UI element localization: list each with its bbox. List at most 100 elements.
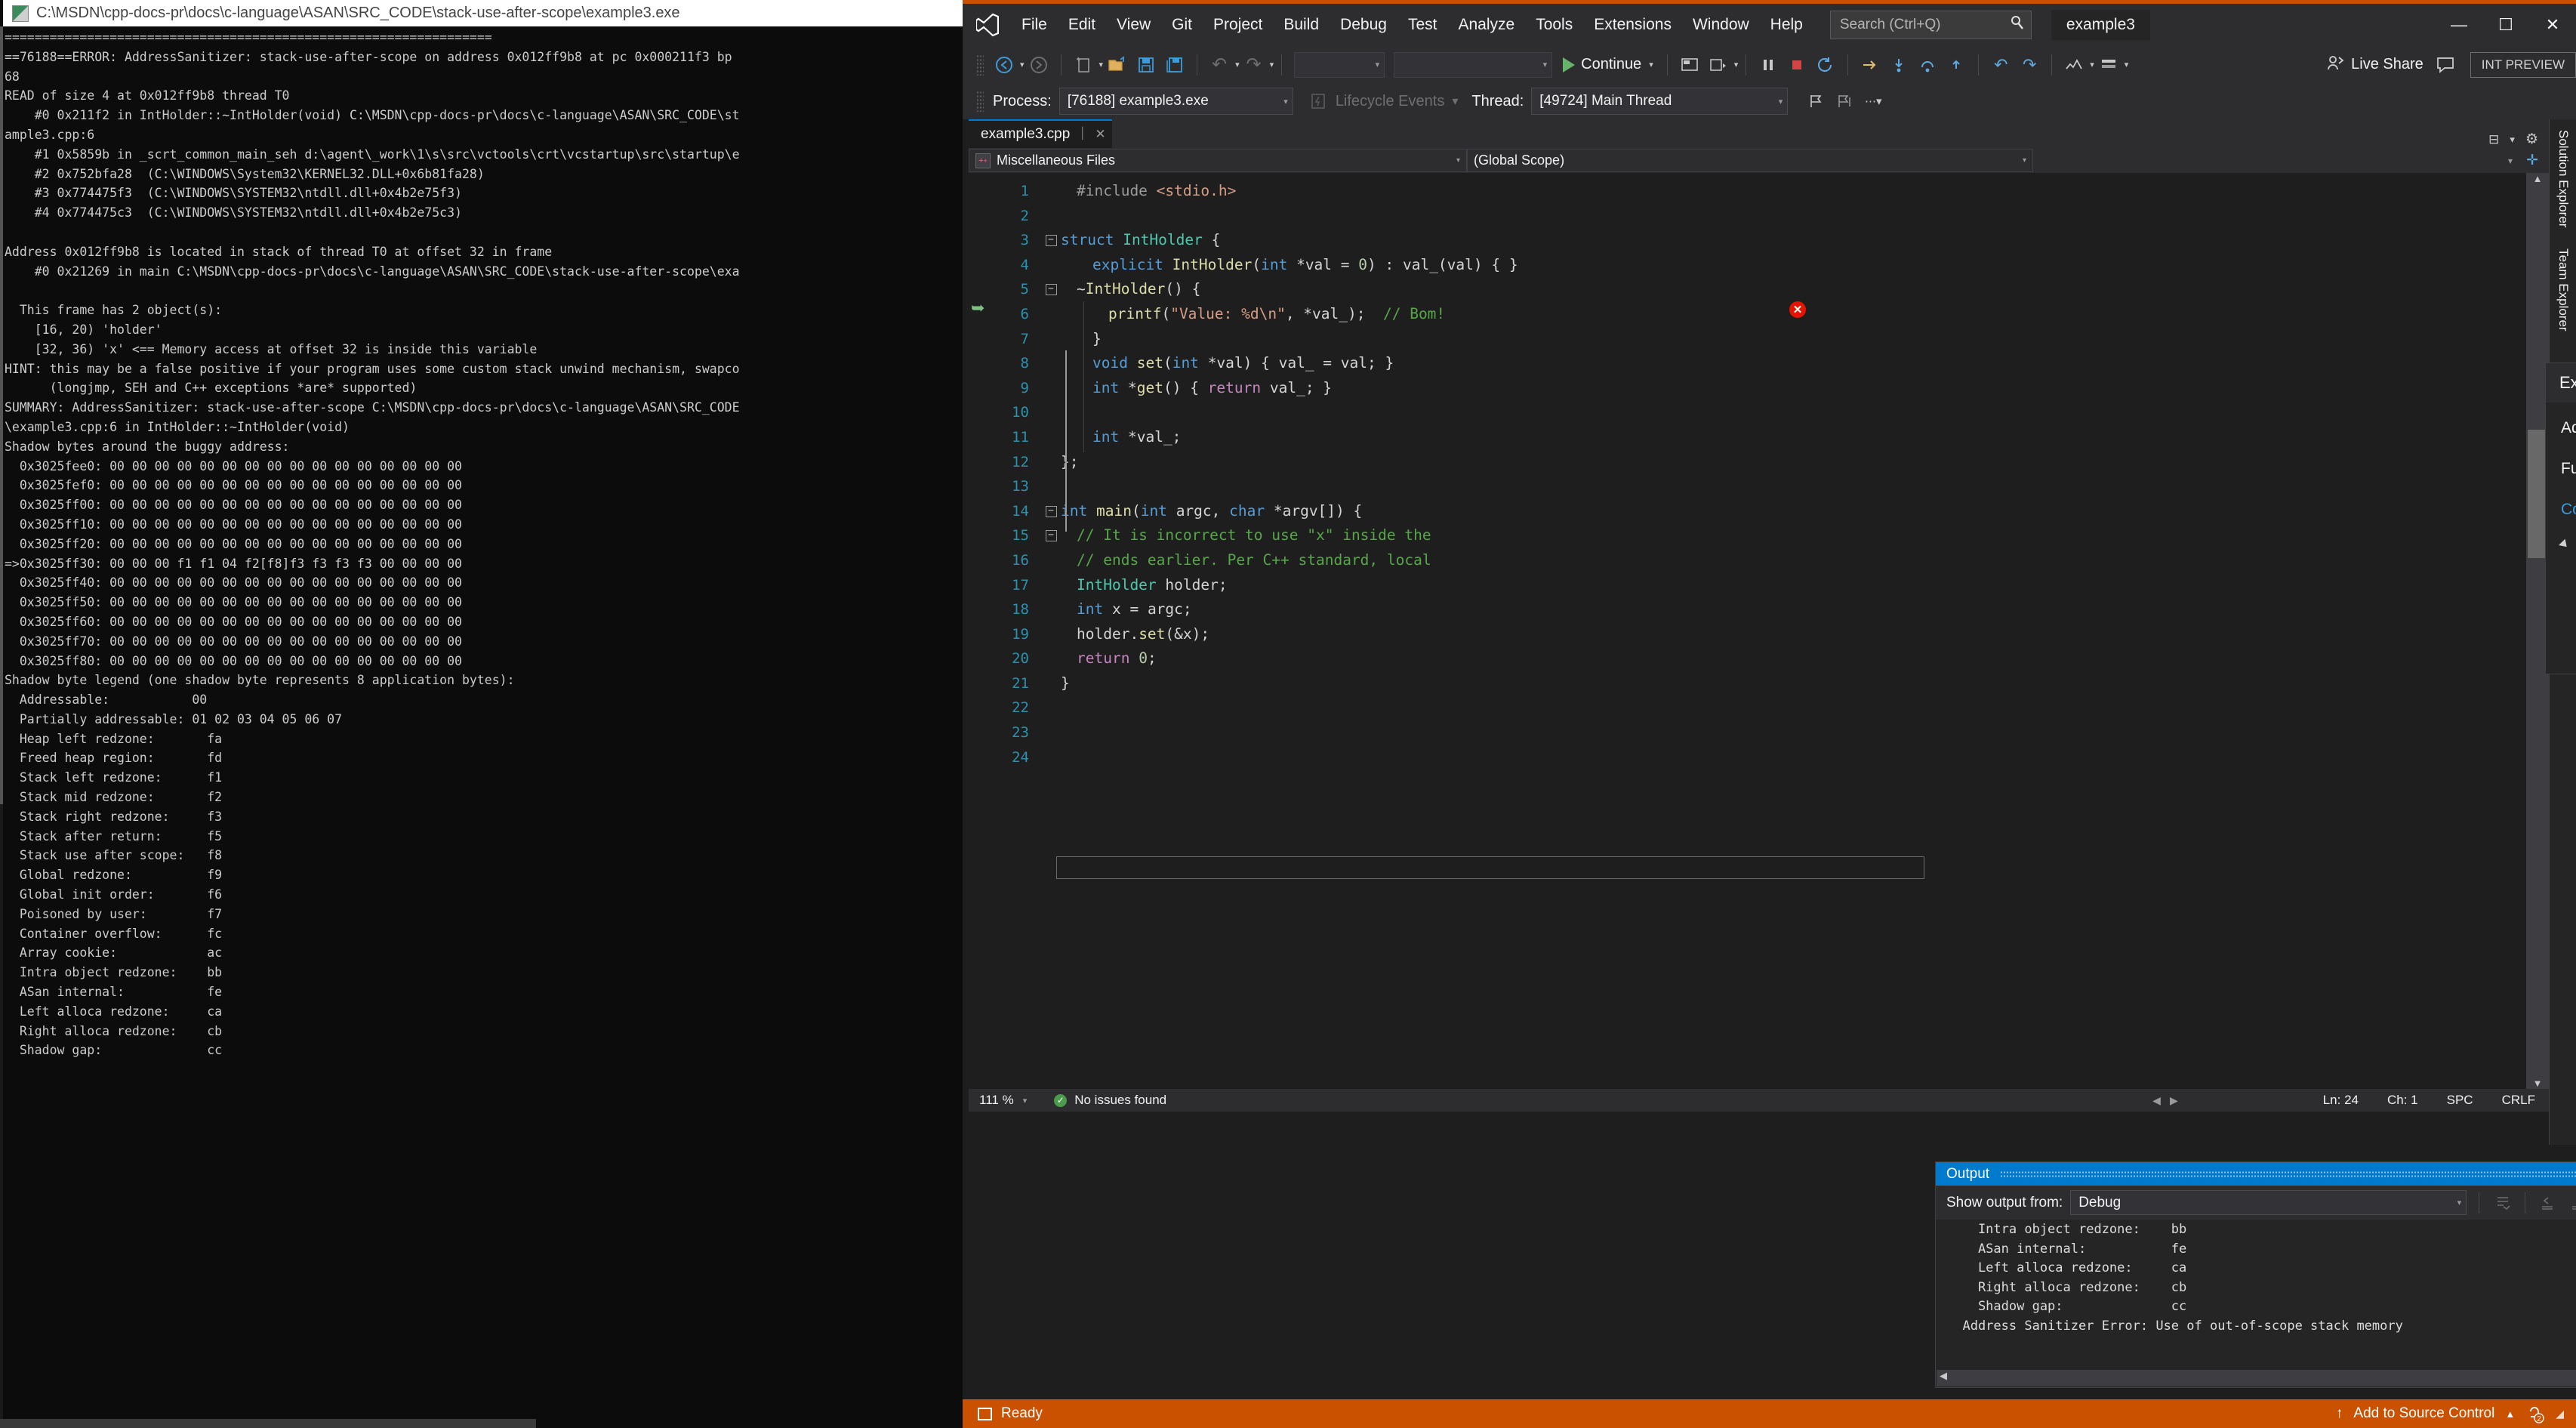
code-line[interactable]: 16 // ends earlier. Per C++ standard, loc… bbox=[969, 548, 2549, 573]
exception-settings-header[interactable]: Exception Settings bbox=[2559, 535, 2576, 553]
code-line[interactable]: 11 int *val_; bbox=[969, 425, 2549, 450]
toolbar-overflow-icon[interactable]: ⋯▾ bbox=[1859, 87, 1887, 116]
tab-list-dropdown-icon[interactable]: ▾ bbox=[2510, 134, 2515, 146]
code-line[interactable]: 4 explicit IntHolder(int *val = 0) : val_… bbox=[969, 253, 2549, 278]
thread-flag-icon[interactable] bbox=[1801, 87, 1830, 116]
continue-button[interactable]: Continue ▾ bbox=[1557, 51, 1659, 79]
code-editor-surface[interactable]: 1 #include <stdio.h> 2 3− struct IntHolder {… bbox=[969, 173, 2549, 1089]
find-message-source-icon[interactable] bbox=[2491, 1191, 2514, 1215]
code-line[interactable]: 19 holder.set(&x); bbox=[969, 622, 2549, 647]
menu-window[interactable]: Window bbox=[1682, 11, 1760, 39]
search-input[interactable]: Search (Ctrl+Q) bbox=[1840, 17, 2010, 33]
undo-2-icon[interactable]: ↶ bbox=[1986, 51, 2015, 79]
code-line[interactable]: 5− ~IntHolder() { bbox=[969, 277, 2549, 302]
break-all-icon[interactable] bbox=[1754, 51, 1783, 79]
code-line[interactable]: 17 IntHolder holder; bbox=[969, 573, 2549, 598]
threads-window-icon[interactable] bbox=[2094, 51, 2123, 79]
add-to-source-control-button[interactable]: Add to Source Control bbox=[2353, 1405, 2494, 1422]
save-all-icon[interactable] bbox=[1160, 51, 1189, 79]
status-scroll-right-icon[interactable]: ▶ bbox=[2170, 1094, 2178, 1107]
new-item-icon[interactable] bbox=[1069, 51, 1098, 79]
menu-view[interactable]: View bbox=[1106, 11, 1161, 39]
stop-debugging-icon[interactable] bbox=[1783, 51, 1811, 79]
threads-dropdown-icon[interactable]: ▾ bbox=[2125, 60, 2129, 69]
live-share-button[interactable]: Live Share bbox=[2319, 54, 2431, 76]
add-tool-window-icon[interactable]: ✛ bbox=[2526, 152, 2538, 169]
menu-edit[interactable]: Edit bbox=[1058, 11, 1106, 39]
maximize-button[interactable]: ☐ bbox=[2482, 4, 2529, 46]
redo-dropdown-icon[interactable]: ▾ bbox=[1270, 60, 1274, 69]
show-output-from-combo[interactable]: Debug ▾ bbox=[2070, 1190, 2467, 1215]
attach-to-process-icon[interactable] bbox=[1675, 51, 1704, 79]
debug-toolbar-grip[interactable] bbox=[976, 91, 984, 112]
diagnostics-icon[interactable] bbox=[2060, 51, 2088, 79]
code-line[interactable]: 9 int *get() { return val_; } bbox=[969, 376, 2549, 401]
fold-toggle-icon[interactable]: − bbox=[1041, 284, 1061, 296]
code-line[interactable]: 6 printf("Value: %d\n", *val_); // Bom! bbox=[969, 302, 2549, 327]
output-drag-dots[interactable] bbox=[2000, 1170, 2576, 1178]
code-line[interactable]: 18 int x = argc; bbox=[969, 597, 2549, 622]
close-button[interactable]: ✕ bbox=[2529, 4, 2576, 46]
navigate-backward-icon[interactable] bbox=[990, 51, 1018, 79]
step-out-icon[interactable] bbox=[1942, 51, 1971, 79]
issues-indicator[interactable]: ✓ No issues found bbox=[1054, 1093, 1166, 1108]
editor-tab-example3-cpp[interactable]: example3.cpp ⏐ ✕ bbox=[969, 119, 1112, 148]
code-line[interactable]: 23 bbox=[969, 720, 2549, 745]
editor-settings-icon[interactable]: ⚙ bbox=[2525, 131, 2538, 148]
code-line[interactable]: 15− // It is incorrect to use "x" inside … bbox=[969, 523, 2549, 548]
redo-2-icon[interactable]: ↷ bbox=[2015, 51, 2044, 79]
code-line[interactable]: 2 bbox=[969, 204, 2549, 229]
continue-dropdown-icon[interactable]: ▾ bbox=[1649, 60, 1653, 69]
step-into-icon[interactable] bbox=[1884, 51, 1913, 79]
code-line[interactable]: 21} bbox=[969, 671, 2549, 696]
feedback-icon[interactable] bbox=[2431, 51, 2460, 79]
menu-file[interactable]: File bbox=[1011, 11, 1058, 39]
process-combo[interactable]: [76188] example3.exe ▾ bbox=[1058, 88, 1293, 115]
go-to-previous-message-icon[interactable] bbox=[2536, 1191, 2559, 1215]
restart-icon[interactable] bbox=[1811, 51, 1840, 79]
code-line[interactable]: 8 void set(int *val) { val_ = val; } bbox=[969, 351, 2549, 376]
code-line[interactable]: 14− int main(int argc, char *argv[]) { bbox=[969, 499, 2549, 524]
pin-tab-icon[interactable]: ⏐ bbox=[1079, 128, 1086, 141]
code-line[interactable]: 20 return 0; bbox=[969, 646, 2549, 671]
show-next-statement-icon[interactable] bbox=[1856, 51, 1884, 79]
zoom-level-combo[interactable]: 111 % ▾ bbox=[969, 1093, 1027, 1108]
save-icon[interactable] bbox=[1132, 51, 1160, 79]
close-tab-icon[interactable]: ✕ bbox=[1095, 127, 1105, 142]
code-line[interactable]: 3− struct IntHolder { bbox=[969, 228, 2549, 253]
copy-details-link[interactable]: Copy Details bbox=[2561, 501, 2576, 519]
menu-build[interactable]: Build bbox=[1273, 11, 1330, 39]
toolbar-grip[interactable] bbox=[976, 54, 984, 76]
menu-project[interactable]: Project bbox=[1203, 11, 1273, 39]
undo-icon[interactable]: ↶ bbox=[1205, 51, 1234, 79]
fold-toggle-icon[interactable]: − bbox=[1041, 505, 1061, 517]
step-over-icon[interactable] bbox=[1913, 51, 1942, 79]
member-scope-combo[interactable]: (Global Scope) ▾ bbox=[1467, 149, 2033, 172]
code-line[interactable]: 10 bbox=[969, 400, 2549, 425]
solution-configuration-combo[interactable]: ▾ bbox=[1294, 51, 1385, 78]
redo-icon[interactable]: ↷ bbox=[1240, 51, 1268, 79]
code-line[interactable]: 22 bbox=[969, 695, 2549, 720]
thread-flag-all-icon[interactable] bbox=[1830, 87, 1859, 116]
code-line[interactable]: 24 bbox=[969, 745, 2549, 770]
code-line[interactable]: 1 #include <stdio.h> bbox=[969, 179, 2549, 204]
navigate-forward-icon[interactable] bbox=[1025, 51, 1053, 79]
error-marker-icon[interactable]: ✕ bbox=[1789, 301, 1806, 318]
debug-target-icon[interactable] bbox=[1704, 51, 1733, 79]
quick-launch-search[interactable]: Search (Ctrl+Q) bbox=[1829, 11, 2032, 39]
go-to-next-message-icon[interactable] bbox=[2566, 1191, 2576, 1215]
open-file-icon[interactable] bbox=[1103, 51, 1132, 79]
minimize-button[interactable]: — bbox=[2436, 4, 2482, 46]
editor-scrollbar-up-arrow[interactable]: ▲ bbox=[2526, 173, 2549, 184]
editor-scrollbar-down-arrow[interactable]: ▼ bbox=[2526, 1078, 2549, 1089]
status-resize-grip-icon[interactable]: ◢ bbox=[2556, 1408, 2564, 1420]
output-scroll-left-icon[interactable]: ◀ bbox=[1937, 1370, 1950, 1382]
thread-combo[interactable]: [49724] Main Thread ▾ bbox=[1531, 88, 1789, 115]
code-line[interactable]: 13 bbox=[969, 474, 2549, 499]
status-scroll-left-icon[interactable]: ◀ bbox=[2152, 1094, 2161, 1107]
navbar-caret-icon[interactable]: ▾ bbox=[2508, 156, 2513, 166]
menu-tools[interactable]: Tools bbox=[1525, 11, 1583, 39]
solution-platform-combo[interactable]: ▾ bbox=[1394, 51, 1553, 78]
menu-analyze[interactable]: Analyze bbox=[1447, 11, 1525, 39]
output-horizontal-scrollbar[interactable]: ◀ ▶ bbox=[1937, 1370, 2576, 1386]
